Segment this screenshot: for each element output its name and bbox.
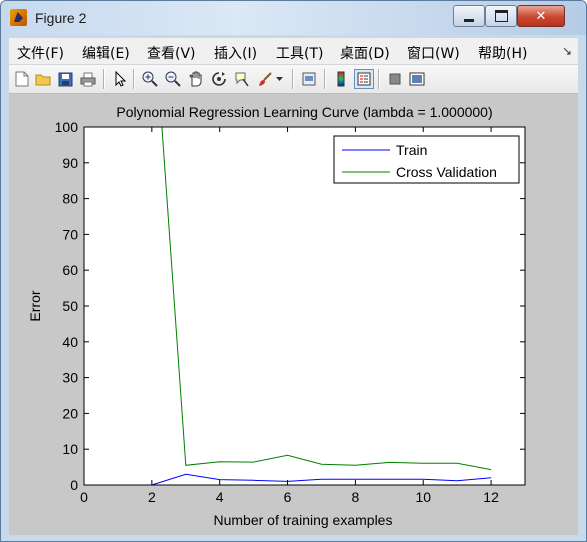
figure-toolbar xyxy=(9,65,578,94)
zoom-out-icon[interactable] xyxy=(164,70,182,88)
y-tick-label: 80 xyxy=(62,191,78,207)
title-bar[interactable]: Figure 2 ✕ xyxy=(1,1,586,35)
pointer-icon[interactable] xyxy=(111,70,129,88)
menu-overflow-icon[interactable]: ↘ xyxy=(562,44,572,58)
toolbar-separator xyxy=(292,69,294,89)
maximize-button[interactable] xyxy=(485,5,517,27)
menu-window[interactable]: 窗口(W) xyxy=(407,43,460,63)
legend-cv-label: Cross Validation xyxy=(396,164,497,180)
y-tick-label: 30 xyxy=(62,370,78,386)
y-axis-label: Error xyxy=(27,290,43,321)
x-tick-label: 2 xyxy=(148,489,156,505)
figure-canvas: Polynomial Regression Learning Curve (la… xyxy=(9,94,578,535)
y-tick-label: 50 xyxy=(62,298,78,314)
y-tick-label: 20 xyxy=(62,405,78,421)
x-tick-label: 10 xyxy=(415,489,431,505)
minimize-icon xyxy=(464,18,474,22)
y-tick-label: 90 xyxy=(62,155,78,171)
zoom-in-icon[interactable] xyxy=(141,70,159,88)
print-icon[interactable] xyxy=(79,70,97,88)
open-folder-icon[interactable] xyxy=(34,70,52,88)
y-tick-label: 100 xyxy=(55,119,79,135)
print-preview-icon[interactable] xyxy=(300,70,318,88)
legend-icon[interactable] xyxy=(354,69,374,89)
brush-dropdown-icon[interactable] xyxy=(275,70,285,88)
matlab-icon[interactable] xyxy=(10,9,27,26)
y-tick-label: 60 xyxy=(62,262,78,278)
close-button[interactable]: ✕ xyxy=(517,5,565,27)
y-tick-label: 40 xyxy=(62,334,78,350)
x-tick-label: 12 xyxy=(483,489,499,505)
rotate-3d-icon[interactable] xyxy=(210,70,228,88)
menu-file[interactable]: 文件(F) xyxy=(17,43,64,63)
x-tick-label: 6 xyxy=(284,489,292,505)
close-icon: ✕ xyxy=(535,8,547,24)
y-tick-label: 10 xyxy=(62,441,78,457)
toolbar-separator xyxy=(133,69,135,89)
figure-window: Figure 2 ✕ 文件(F) 编辑(E) 查看(V) 插入(I) 工具(T)… xyxy=(0,0,587,542)
menu-help[interactable]: 帮助(H) xyxy=(478,43,527,63)
pan-hand-icon[interactable] xyxy=(187,70,205,88)
learning-curve-chart: Polynomial Regression Learning Curve (la… xyxy=(27,104,526,528)
minimize-button[interactable] xyxy=(453,5,485,27)
toolbar-separator xyxy=(324,69,326,89)
window-title: Figure 2 xyxy=(35,10,87,26)
data-cursor-icon[interactable] xyxy=(233,70,251,88)
x-tick-label: 0 xyxy=(80,489,88,505)
maximize-icon xyxy=(494,10,508,22)
menu-insert[interactable]: 插入(I) xyxy=(214,43,257,63)
legend-train-label: Train xyxy=(396,142,427,158)
toolbar-separator xyxy=(103,69,105,89)
x-tick-label: 8 xyxy=(351,489,359,505)
brush-icon[interactable] xyxy=(256,70,274,88)
y-tick-label: 0 xyxy=(70,477,78,493)
y-tick-label: 70 xyxy=(62,226,78,242)
show-plot-tools-icon[interactable] xyxy=(408,70,426,88)
legend[interactable]: Train Cross Validation xyxy=(333,135,520,184)
chart-title: Polynomial Regression Learning Curve (la… xyxy=(116,104,492,120)
x-tick-label: 4 xyxy=(216,489,224,505)
new-file-icon[interactable] xyxy=(13,70,31,88)
menu-bar: 文件(F) 编辑(E) 查看(V) 插入(I) 工具(T) 桌面(D) 窗口(W… xyxy=(9,38,578,65)
x-axis-label: Number of training examples xyxy=(214,512,393,528)
colorbar-icon[interactable] xyxy=(332,70,350,88)
toolbar-separator xyxy=(378,69,380,89)
menu-view[interactable]: 查看(V) xyxy=(147,43,196,63)
menu-edit[interactable]: 编辑(E) xyxy=(82,43,130,63)
save-icon[interactable] xyxy=(56,70,74,88)
hide-plot-tools-icon[interactable] xyxy=(386,70,404,88)
menu-desktop[interactable]: 桌面(D) xyxy=(340,43,390,63)
menu-tools[interactable]: 工具(T) xyxy=(276,43,323,63)
